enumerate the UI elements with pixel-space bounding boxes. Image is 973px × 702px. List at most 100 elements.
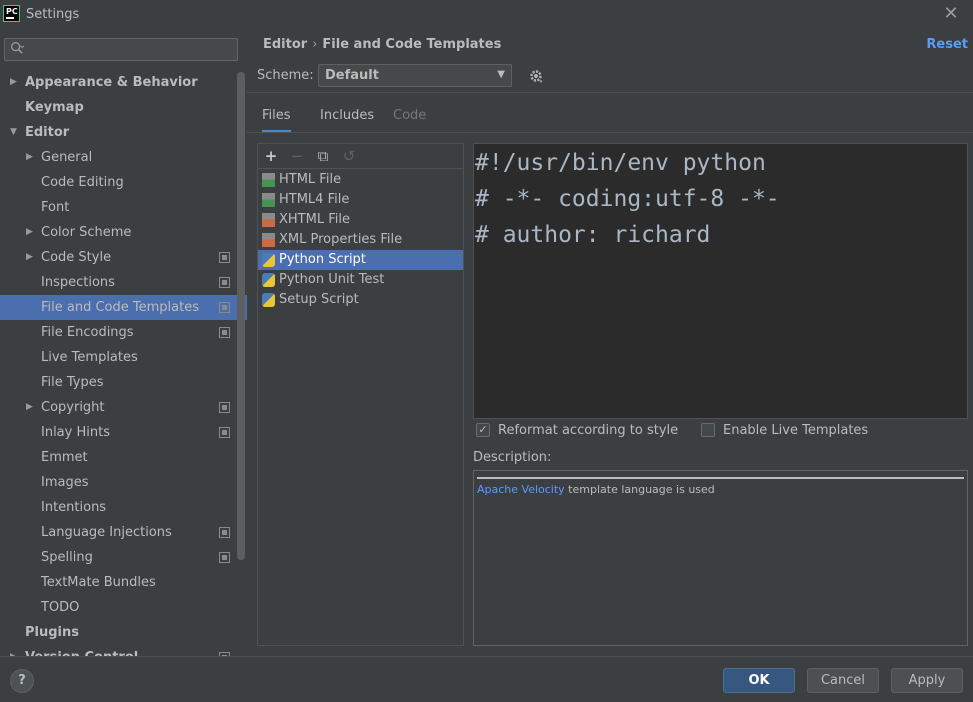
- template-label: Setup Script: [279, 292, 359, 307]
- chevron-right-icon[interactable]: ▶: [10, 70, 20, 95]
- sidebar-item-file-types[interactable]: File Types: [0, 370, 247, 395]
- sidebar-item-label: Appearance & Behavior: [25, 75, 198, 90]
- sidebar-item-inspections[interactable]: Inspections: [0, 270, 247, 295]
- copy-icon[interactable]: ⧉: [314, 147, 332, 165]
- sidebar-item-label: Version Control: [25, 645, 138, 656]
- sidebar-item-label: File and Code Templates: [41, 300, 199, 315]
- sidebar-item-appearance-behavior[interactable]: ▶ Appearance & Behavior: [0, 70, 247, 95]
- sidebar-item-label: Intentions: [41, 500, 107, 515]
- sidebar-item-inlay-hints[interactable]: Inlay Hints: [0, 420, 247, 445]
- sidebar-item-color-scheme[interactable]: ▶ Color Scheme: [0, 220, 247, 245]
- checkbox-checked-icon: ✓: [476, 423, 490, 437]
- sidebar-item-label: File Encodings: [41, 325, 134, 340]
- code-line: # -*- coding:utf-8 -*-: [475, 186, 780, 212]
- reset-link[interactable]: Reset: [926, 37, 968, 52]
- sidebar-item-file-and-code-templates[interactable]: File and Code Templates: [0, 295, 247, 320]
- python-file-icon: [262, 273, 275, 287]
- chevron-right-icon[interactable]: ▶: [26, 395, 36, 420]
- chevron-right-icon[interactable]: ▶: [10, 645, 20, 656]
- template-label: Python Unit Test: [279, 272, 385, 287]
- breadcrumb: Editor › File and Code Templates: [263, 37, 501, 52]
- close-icon[interactable]: ✕: [941, 4, 961, 24]
- live-templates-label: Enable Live Templates: [723, 423, 869, 438]
- main-panel: Editor › File and Code Templates Reset Sch…: [247, 30, 973, 656]
- scheme-label: Scheme:: [257, 68, 314, 83]
- list-item[interactable]: HTML4 File: [258, 190, 463, 210]
- list-item[interactable]: XML Properties File: [258, 230, 463, 250]
- chevron-right-icon[interactable]: ▶: [26, 220, 36, 245]
- sidebar-item-emmet[interactable]: Emmet: [0, 445, 247, 470]
- sidebar-item-images[interactable]: Images: [0, 470, 247, 495]
- list-item[interactable]: XHTML File: [258, 210, 463, 230]
- code-line: #!/usr/bin/env python: [475, 150, 766, 176]
- sidebar-item-label: Font: [41, 200, 70, 215]
- sidebar-item-spelling[interactable]: Spelling: [0, 545, 247, 570]
- description-box: Apache Velocity template language is use…: [473, 470, 968, 646]
- sidebar-item-label: Keymap: [25, 100, 84, 115]
- sidebar-item-code-style[interactable]: ▶ Code Style: [0, 245, 247, 270]
- search-input[interactable]: [4, 38, 238, 61]
- python-file-icon: [262, 293, 275, 307]
- sidebar-item-copyright[interactable]: ▶ Copyright: [0, 395, 247, 420]
- reformat-label: Reformat according to style: [498, 423, 679, 438]
- sidebar-item-label: Color Scheme: [41, 225, 132, 240]
- sidebar-item-editor[interactable]: ▼ Editor: [0, 120, 247, 145]
- sidebar-item-label: Copyright: [41, 400, 105, 415]
- gear-icon[interactable]: [528, 68, 544, 84]
- tab-includes[interactable]: Includes: [320, 107, 374, 133]
- sidebar-item-keymap[interactable]: Keymap: [0, 95, 247, 120]
- list-item[interactable]: HTML File: [258, 170, 463, 190]
- description-label: Description:: [473, 450, 552, 465]
- sidebar-item-language-injections[interactable]: Language Injections: [0, 520, 247, 545]
- list-item[interactable]: Setup Script: [258, 290, 463, 310]
- project-scope-icon: [219, 327, 230, 338]
- project-scope-icon: [219, 302, 230, 313]
- sidebar-item-plugins[interactable]: Plugins: [0, 620, 247, 645]
- template-label: HTML File: [279, 172, 342, 187]
- project-scope-icon: [219, 252, 230, 263]
- breadcrumb-parent[interactable]: Editor: [263, 37, 307, 52]
- settings-sidebar: ▶ Appearance & Behavior Keymap ▼ Editor ▶ Gene…: [0, 30, 247, 656]
- project-scope-icon: [219, 402, 230, 413]
- sidebar-item-font[interactable]: Font: [0, 195, 247, 220]
- settings-tree: ▶ Appearance & Behavior Keymap ▼ Editor ▶ Gene…: [0, 70, 247, 656]
- sidebar-item-file-encodings[interactable]: File Encodings: [0, 320, 247, 345]
- sidebar-item-todo[interactable]: TODO: [0, 595, 247, 620]
- breadcrumb-current: File and Code Templates: [322, 37, 502, 52]
- sidebar-item-code-editing[interactable]: Code Editing: [0, 170, 247, 195]
- sidebar-item-general[interactable]: ▶ General: [0, 145, 247, 170]
- add-icon[interactable]: +: [262, 147, 280, 165]
- sidebar-item-label: Inlay Hints: [41, 425, 110, 440]
- cancel-button[interactable]: Cancel: [807, 668, 879, 693]
- app-icon-text: PC: [6, 7, 18, 16]
- sidebar-item-version-control[interactable]: ▶ Version Control: [0, 645, 247, 656]
- xhtml-file-icon: [262, 213, 275, 227]
- apply-button[interactable]: Apply: [891, 668, 963, 693]
- scheme-select[interactable]: Default ▼: [318, 64, 512, 87]
- list-item[interactable]: Python Script: [258, 250, 463, 270]
- template-label: HTML4 File: [279, 192, 350, 207]
- sidebar-item-label: Code Editing: [41, 175, 124, 190]
- sidebar-item-label: TODO: [41, 600, 80, 615]
- template-editor[interactable]: #!/usr/bin/env python # -*- coding:utf-8…: [473, 143, 968, 419]
- template-list-panel: + − ⧉ ↺ HTML File HTML4 File XHTML File XML…: [257, 143, 464, 646]
- sidebar-item-intentions[interactable]: Intentions: [0, 495, 247, 520]
- sidebar-item-live-templates[interactable]: Live Templates: [0, 345, 247, 370]
- template-label: XML Properties File: [279, 232, 403, 247]
- chevron-right-icon[interactable]: ▶: [26, 245, 36, 270]
- window-title: Settings: [26, 7, 80, 22]
- tab-files[interactable]: Files: [262, 107, 291, 133]
- chevron-right-icon[interactable]: ▶: [26, 145, 36, 170]
- list-item[interactable]: Python Unit Test: [258, 270, 463, 290]
- sidebar-scrollbar[interactable]: [237, 72, 245, 560]
- velocity-link[interactable]: Apache Velocity: [477, 483, 565, 496]
- project-scope-icon: [219, 277, 230, 288]
- description-rest: template language is used: [564, 483, 715, 496]
- sidebar-item-textmate-bundles[interactable]: TextMate Bundles: [0, 570, 247, 595]
- sidebar-item-label: File Types: [41, 375, 104, 390]
- sidebar-item-label: Live Templates: [41, 350, 138, 365]
- ok-button[interactable]: OK: [723, 668, 795, 693]
- tab-code: Code: [393, 108, 427, 123]
- help-button[interactable]: ?: [10, 669, 34, 693]
- chevron-down-icon[interactable]: ▼: [10, 120, 20, 145]
